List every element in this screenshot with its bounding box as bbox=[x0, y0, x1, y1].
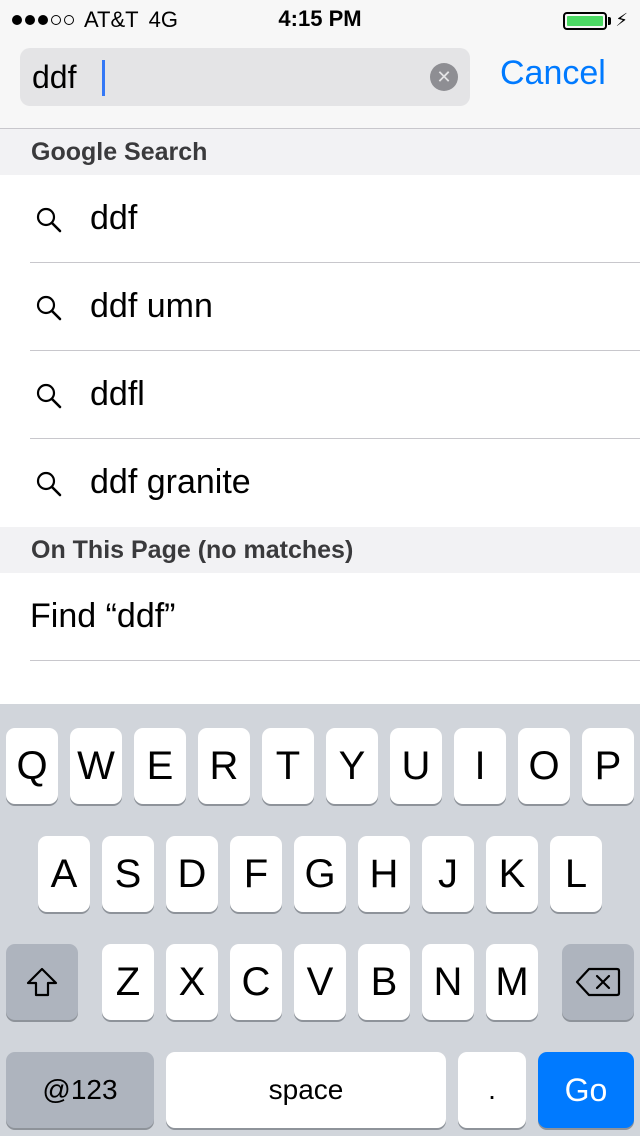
key-z[interactable]: Z bbox=[102, 944, 154, 1020]
find-on-page-row[interactable]: Find “ddf” bbox=[0, 573, 640, 661]
period-key[interactable]: . bbox=[458, 1052, 526, 1128]
suggestion-label: ddf granite bbox=[90, 463, 251, 501]
go-key[interactable]: Go bbox=[538, 1052, 634, 1128]
shift-icon bbox=[26, 967, 58, 997]
search-icon bbox=[36, 207, 62, 233]
numbers-key[interactable]: @123 bbox=[6, 1052, 154, 1128]
search-icon bbox=[36, 471, 62, 497]
delete-key[interactable] bbox=[562, 944, 634, 1020]
key-r[interactable]: R bbox=[198, 728, 250, 804]
key-b[interactable]: B bbox=[358, 944, 410, 1020]
shift-key[interactable] bbox=[6, 944, 78, 1020]
keyboard: Q W E R T Y U I O P A S D F G H J K L Z … bbox=[0, 704, 640, 1136]
text-caret bbox=[102, 60, 105, 96]
key-p[interactable]: P bbox=[582, 728, 634, 804]
section-title: On This Page (no matches) bbox=[31, 536, 354, 564]
cancel-button[interactable]: Cancel bbox=[500, 54, 606, 93]
section-header-google: Google Search bbox=[0, 129, 640, 175]
search-header: ✕ Cancel bbox=[0, 40, 640, 129]
suggestion-label: ddfl bbox=[90, 375, 145, 413]
suggestion-label: ddf umn bbox=[90, 287, 213, 325]
suggestion-label: ddf bbox=[90, 199, 138, 237]
search-icon bbox=[36, 383, 62, 409]
key-s[interactable]: S bbox=[102, 836, 154, 912]
find-label: Find “ddf” bbox=[30, 597, 176, 635]
key-j[interactable]: J bbox=[422, 836, 474, 912]
section-header-on-page: On This Page (no matches) bbox=[0, 527, 640, 573]
suggestion-row[interactable]: ddf umn bbox=[0, 263, 640, 351]
key-d[interactable]: D bbox=[166, 836, 218, 912]
battery-icon: ⚡ bbox=[563, 10, 628, 31]
key-u[interactable]: U bbox=[390, 728, 442, 804]
key-g[interactable]: G bbox=[294, 836, 346, 912]
key-c[interactable]: C bbox=[230, 944, 282, 1020]
key-t[interactable]: T bbox=[262, 728, 314, 804]
suggestion-row[interactable]: ddfl bbox=[0, 351, 640, 439]
divider bbox=[30, 660, 640, 661]
key-m[interactable]: M bbox=[486, 944, 538, 1020]
key-k[interactable]: K bbox=[486, 836, 538, 912]
bolt-icon: ⚡ bbox=[615, 10, 628, 30]
key-a[interactable]: A bbox=[38, 836, 90, 912]
section-title: Google Search bbox=[31, 138, 208, 166]
key-i[interactable]: I bbox=[454, 728, 506, 804]
space-key[interactable]: space bbox=[166, 1052, 446, 1128]
search-icon bbox=[36, 295, 62, 321]
delete-icon bbox=[575, 967, 621, 997]
key-o[interactable]: O bbox=[518, 728, 570, 804]
key-q[interactable]: Q bbox=[6, 728, 58, 804]
suggestion-row[interactable]: ddf granite bbox=[0, 439, 640, 527]
key-w[interactable]: W bbox=[70, 728, 122, 804]
key-n[interactable]: N bbox=[422, 944, 474, 1020]
key-v[interactable]: V bbox=[294, 944, 346, 1020]
key-x[interactable]: X bbox=[166, 944, 218, 1020]
key-e[interactable]: E bbox=[134, 728, 186, 804]
status-bar: AT&T 4G 4:15 PM ⚡ bbox=[0, 0, 640, 40]
suggestion-row[interactable]: ddf bbox=[0, 175, 640, 263]
clear-icon[interactable]: ✕ bbox=[430, 63, 458, 91]
search-field[interactable]: ✕ bbox=[20, 48, 470, 106]
key-l[interactable]: L bbox=[550, 836, 602, 912]
key-h[interactable]: H bbox=[358, 836, 410, 912]
key-y[interactable]: Y bbox=[326, 728, 378, 804]
key-f[interactable]: F bbox=[230, 836, 282, 912]
search-input[interactable] bbox=[32, 56, 422, 98]
clock: 4:15 PM bbox=[278, 6, 362, 31]
